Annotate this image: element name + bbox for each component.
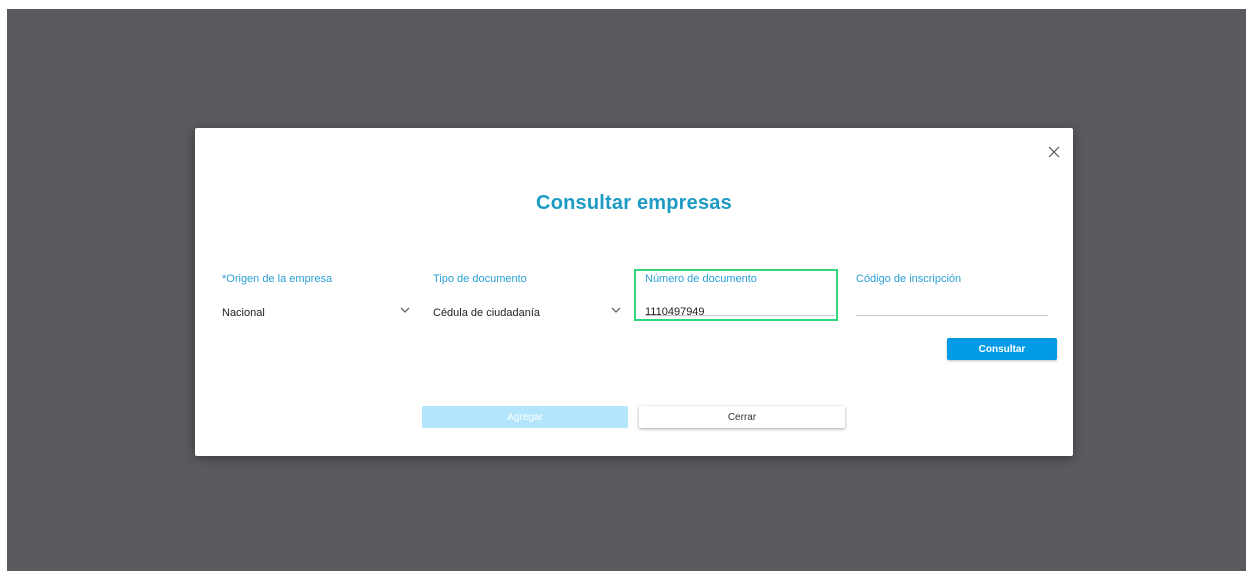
chevron-down-icon [611, 307, 621, 313]
tipo-documento-select[interactable]: Tipo de documento Cédula de ciudadanía [433, 273, 623, 321]
consultar-empresas-dialog: Consultar empresas *Origen de la empresa… [195, 128, 1073, 456]
numero-documento-input[interactable]: 1110497949 [645, 306, 835, 318]
origen-empresa-label: *Origen de la empresa [222, 273, 333, 285]
close-icon [1048, 146, 1060, 158]
consultar-button[interactable]: Consultar [947, 338, 1057, 360]
dialog-title: Consultar empresas [536, 192, 732, 214]
codigo-inscripcion-underline [856, 315, 1048, 316]
numero-documento-underline [645, 315, 835, 316]
origen-empresa-select[interactable]: *Origen de la empresa Nacional [222, 273, 412, 321]
cerrar-button[interactable]: Cerrar [639, 406, 845, 428]
tipo-documento-value: Cédula de ciudadanía [433, 307, 541, 319]
chevron-down-icon [400, 307, 410, 313]
agregar-button[interactable]: Agregar [422, 406, 628, 428]
tipo-documento-label: Tipo de documento [433, 273, 527, 285]
codigo-inscripcion-field[interactable]: Código de inscripción [856, 273, 1048, 319]
numero-documento-field[interactable]: Número de documento 1110497949 [645, 273, 835, 318]
codigo-inscripcion-input[interactable] [856, 306, 1048, 319]
codigo-inscripcion-label: Código de inscripción [856, 273, 962, 285]
origen-empresa-value: Nacional [222, 307, 265, 319]
numero-documento-label: Número de documento [645, 273, 757, 285]
close-button[interactable] [1043, 141, 1065, 163]
